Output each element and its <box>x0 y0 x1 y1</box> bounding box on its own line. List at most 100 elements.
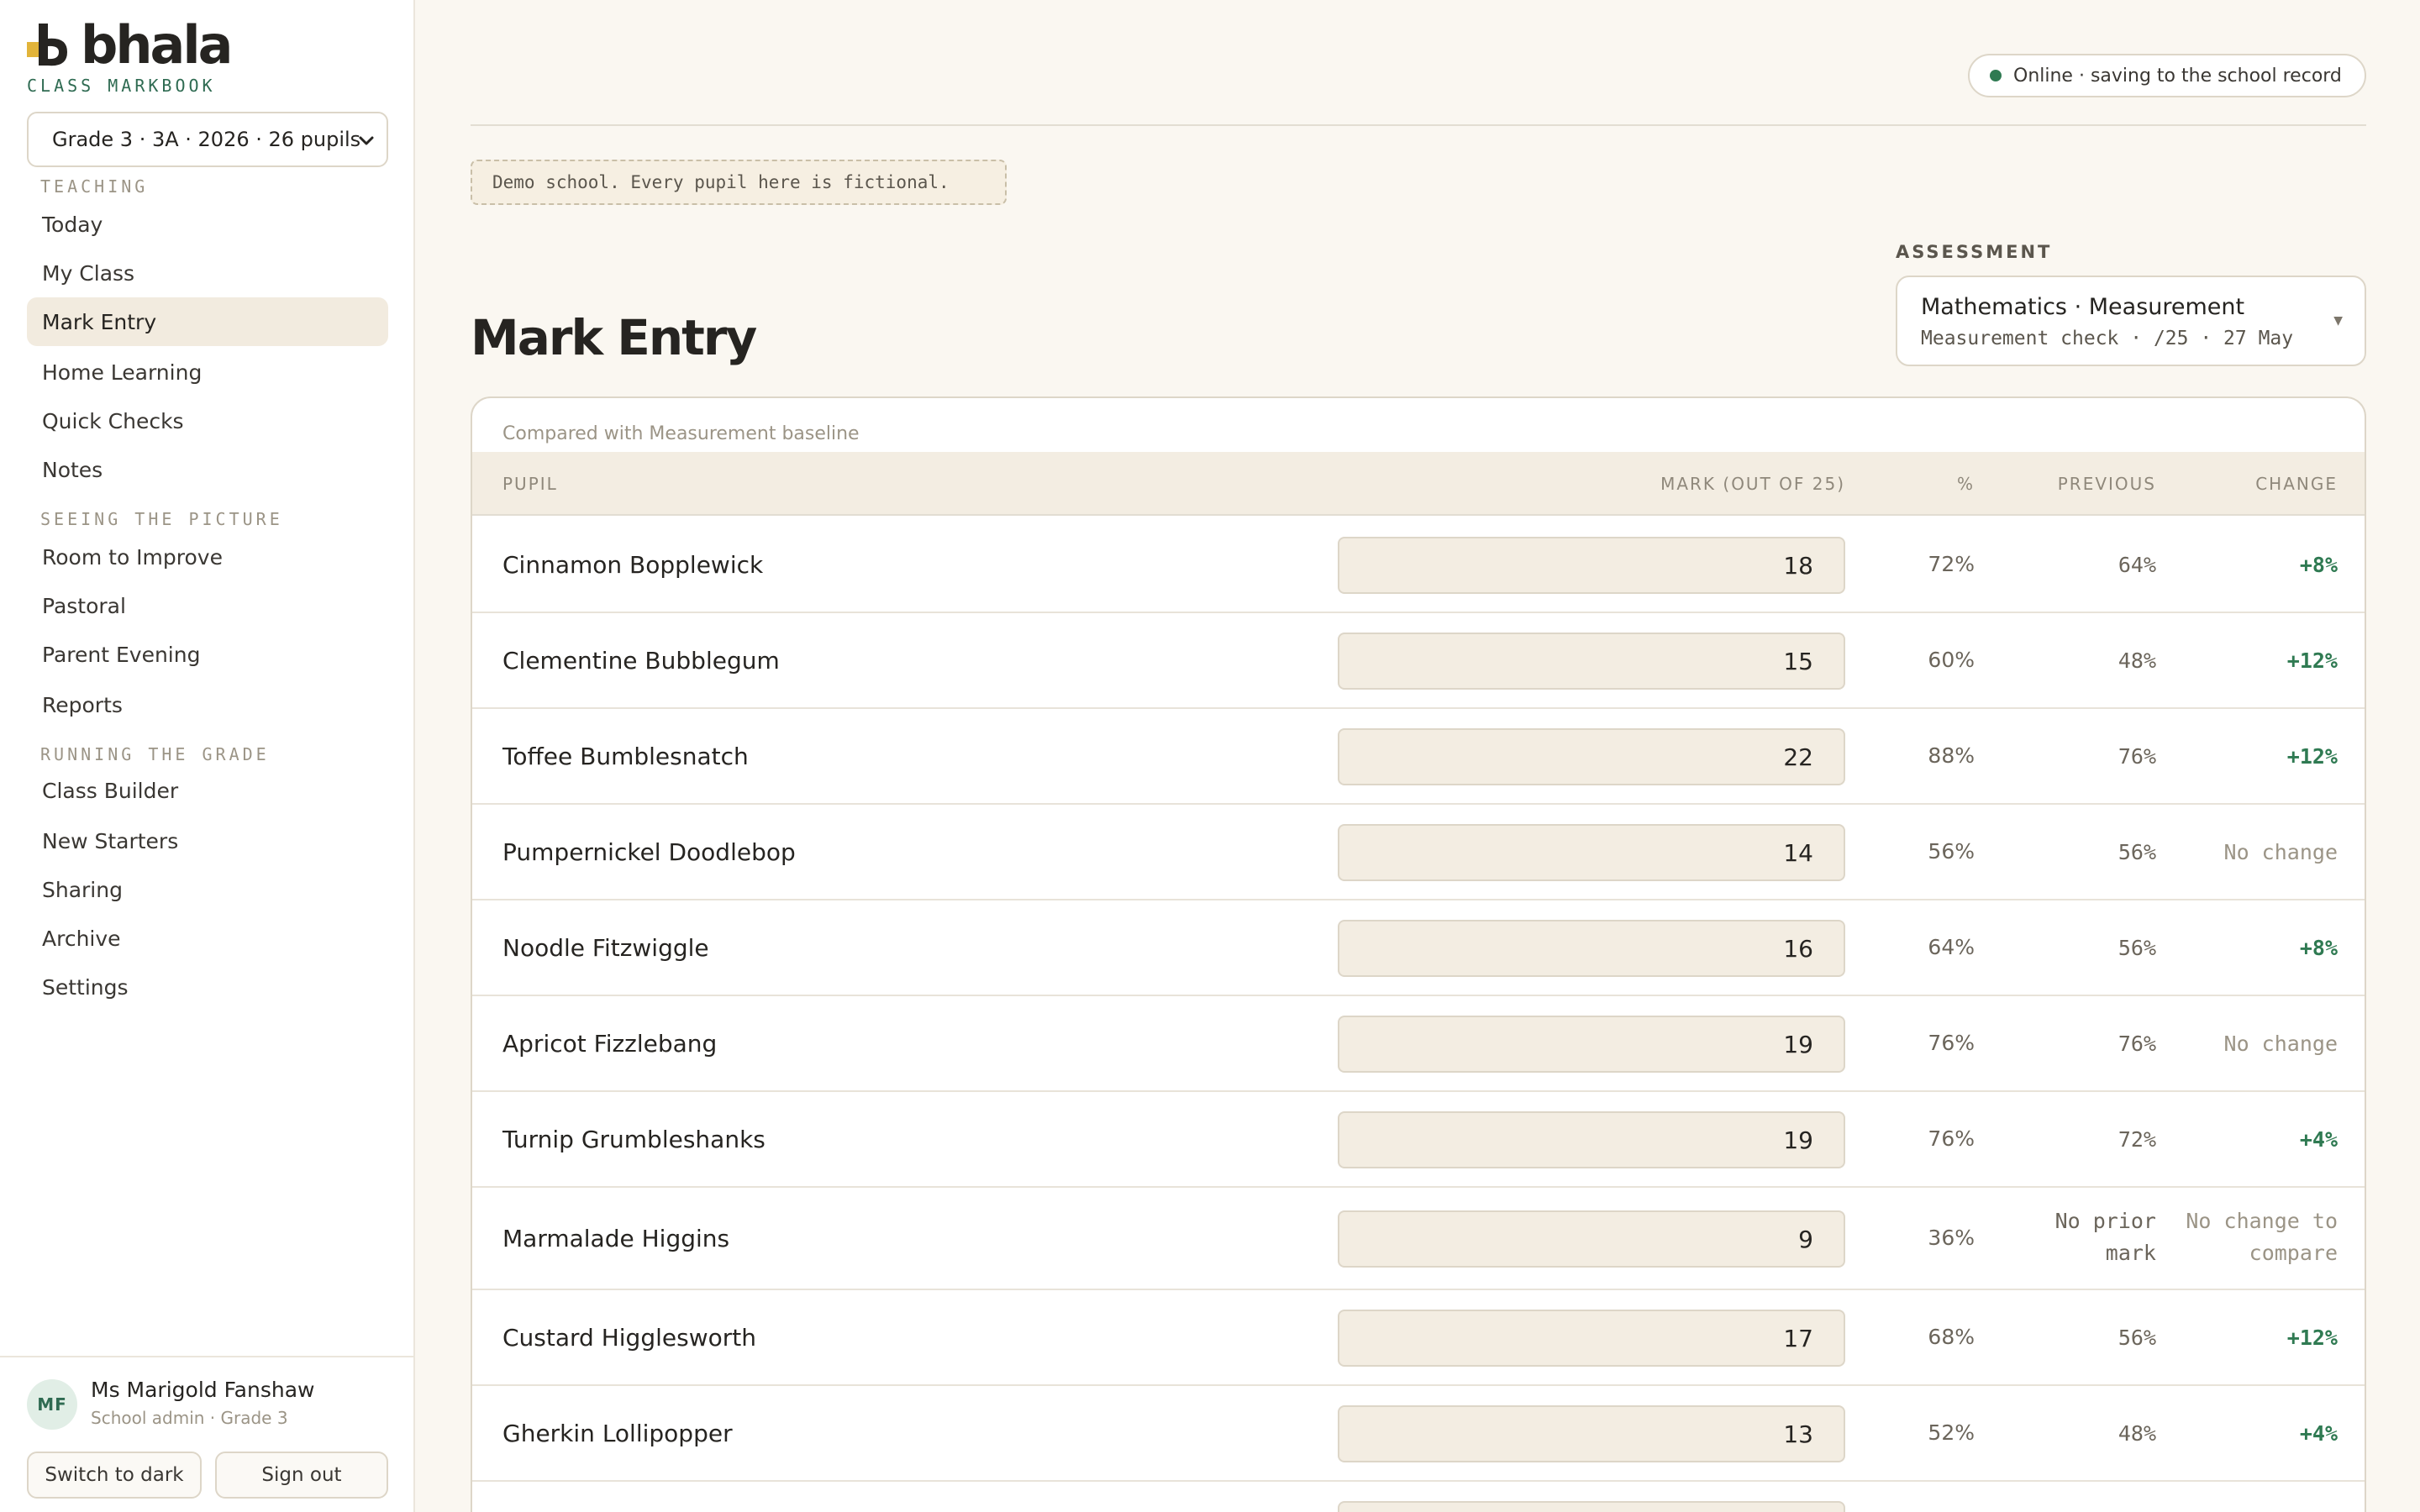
table-row: Toffee Bumblesnatch 22 88% 76% +12% <box>472 709 2365 805</box>
caret-down-icon: ▼ <box>2333 314 2343 328</box>
mark-percent: 88% <box>1928 743 1975 768</box>
nav-item-parent-evening[interactable]: Parent Evening <box>27 630 388 679</box>
pupil-name: Noodle Fitzwiggle <box>502 934 709 962</box>
mark-input[interactable]: 15 <box>1338 633 1845 690</box>
previous-mark: 48% <box>2118 648 2156 673</box>
mark-percent: 76% <box>1928 1126 1975 1151</box>
previous-mark: 56% <box>2118 1326 2156 1350</box>
change-value: No change <box>2223 840 2338 864</box>
user-role: School admin · Grade 3 <box>91 1408 288 1428</box>
mark-input[interactable]: 22 <box>1338 728 1845 785</box>
mark-percent: 36% <box>1928 1226 1975 1250</box>
nav-section-teaching: TEACHING <box>40 176 149 197</box>
mark-input[interactable]: 9 <box>1338 1210 1845 1268</box>
previous-mark: 56% <box>2118 936 2156 960</box>
nav-item-my-class[interactable]: My Class <box>27 249 388 297</box>
mark-input[interactable]: 13 <box>1338 1405 1845 1462</box>
status-text: Online · saving to the school record <box>2013 65 2342 87</box>
chevron-down-icon <box>355 129 378 157</box>
table-caption: Compared with Measurement baseline <box>502 423 860 444</box>
previous-mark: 72% <box>2118 1127 2156 1152</box>
nav-section-running-the-grade: RUNNING THE GRADE <box>40 744 270 764</box>
mark-input[interactable]: 19 <box>1338 1016 1845 1073</box>
nav-item-pastoral[interactable]: Pastoral <box>27 581 388 630</box>
pupil-name: Apricot Fizzlebang <box>502 1030 718 1058</box>
table-row: Custard Higglesworth 17 68% 56% +12% <box>472 1290 2365 1386</box>
status-badge: Online · saving to the school record <box>1968 54 2366 97</box>
header-mark: MARK (OUT OF 25) <box>1660 474 1845 494</box>
nav-item-reports[interactable]: Reports <box>27 680 388 729</box>
nav-item-new-starters[interactable]: New Starters <box>27 816 388 865</box>
mark-input[interactable]: 18 <box>1338 537 1845 594</box>
pupil-name: Pumpernickel Doodlebop <box>502 838 796 866</box>
brand-logo[interactable]: bhala CLASS MARKBOOK <box>27 19 233 96</box>
change-value: +4% <box>2299 1421 2338 1446</box>
change-value: +12% <box>2286 744 2338 769</box>
mark-percent: 68% <box>1928 1325 1975 1349</box>
previous-mark: 48% <box>2118 1421 2156 1446</box>
table-row <box>472 1482 2365 1512</box>
marks-table: Compared with Measurement baseline PUPIL… <box>471 396 2366 1512</box>
table-row: Turnip Grumbleshanks 19 76% 72% +4% <box>472 1092 2365 1188</box>
pupil-name: Cinnamon Bopplewick <box>502 551 764 579</box>
sign-out-button[interactable]: Sign out <box>215 1452 388 1499</box>
nav-item-sharing[interactable]: Sharing <box>27 865 388 914</box>
nav-item-notes[interactable]: Notes <box>27 445 388 494</box>
mark-input[interactable]: 17 <box>1338 1310 1845 1367</box>
previous-mark: 56% <box>2118 840 2156 864</box>
demo-notice: Demo school. Every pupil here is fiction… <box>471 160 1007 205</box>
nav-item-class-builder[interactable]: Class Builder <box>27 766 388 815</box>
switch-theme-button[interactable]: Switch to dark <box>27 1452 202 1499</box>
nav-item-settings[interactable]: Settings <box>27 963 388 1011</box>
table-row: Cinnamon Bopplewick 18 72% 64% +8% <box>472 517 2365 613</box>
nav-item-mark-entry[interactable]: Mark Entry <box>27 297 388 346</box>
header-divider <box>471 124 2366 126</box>
online-status-icon <box>1990 70 2002 81</box>
mark-percent: 52% <box>1928 1420 1975 1445</box>
table-row: Gherkin Lollipopper 13 52% 48% +4% <box>472 1386 2365 1482</box>
nav-section-seeing-the-picture: SEEING THE PICTURE <box>40 509 283 529</box>
assessment-label: ASSESSMENT <box>1896 242 2053 262</box>
table-row: Pumpernickel Doodlebop 14 56% 56% No change <box>472 805 2365 900</box>
class-selector[interactable]: Grade 3 · 3A · 2026 · 26 pupils <box>27 112 388 167</box>
assessment-selector[interactable]: Mathematics · Measurement Measurement ch… <box>1896 276 2366 366</box>
previous-mark: No prior mark <box>2054 1209 2156 1265</box>
mark-percent: 56% <box>1928 839 1975 864</box>
assessment-subtitle: Measurement check · /25 · 27 May <box>1921 328 2294 349</box>
change-value: +4% <box>2299 1127 2338 1152</box>
assessment-title: Mathematics · Measurement <box>1921 294 2245 320</box>
change-value: +8% <box>2299 553 2338 577</box>
nav-item-home-learning[interactable]: Home Learning <box>27 348 388 396</box>
mark-percent: 72% <box>1928 552 1975 576</box>
nav-item-room-to-improve[interactable]: Room to Improve <box>27 533 388 581</box>
change-value: No change <box>2223 1032 2338 1056</box>
pupil-name: Gherkin Lollipopper <box>502 1420 733 1447</box>
nav-item-today[interactable]: Today <box>27 200 388 249</box>
mark-percent: 64% <box>1928 935 1975 959</box>
table-row: Noodle Fitzwiggle 16 64% 56% +8% <box>472 900 2365 996</box>
mark-percent: 60% <box>1928 648 1975 672</box>
previous-mark: 76% <box>2118 1032 2156 1056</box>
brand-subtitle: CLASS MARKBOOK <box>27 76 216 96</box>
change-value: +12% <box>2286 1326 2338 1350</box>
pupil-name: Clementine Bubblegum <box>502 647 780 675</box>
table-row: Clementine Bubblegum 15 60% 48% +12% <box>472 613 2365 709</box>
table-row: Apricot Fizzlebang 19 76% 76% No change <box>472 996 2365 1092</box>
class-selector-value: Grade 3 · 3A · 2026 · 26 pupils <box>52 128 361 151</box>
change-value: +12% <box>2286 648 2338 673</box>
nav-item-quick-checks[interactable]: Quick Checks <box>27 396 388 445</box>
mark-input[interactable]: 14 <box>1338 824 1845 881</box>
change-value: No change to compare <box>2186 1209 2338 1265</box>
mark-input[interactable]: 19 <box>1338 1111 1845 1168</box>
mark-input[interactable] <box>1338 1501 1845 1512</box>
pupil-name: Marmalade Higgins <box>502 1225 730 1252</box>
header-pupil: PUPIL <box>502 474 558 494</box>
pupil-name: Toffee Bumblesnatch <box>502 743 749 770</box>
change-value: +8% <box>2299 936 2338 960</box>
previous-mark: 76% <box>2118 744 2156 769</box>
sidebar: bhala CLASS MARKBOOK Grade 3 · 3A · 2026… <box>0 0 415 1512</box>
header-change: CHANGE <box>2255 474 2338 494</box>
nav-item-archive[interactable]: Archive <box>27 914 388 963</box>
mark-input[interactable]: 16 <box>1338 920 1845 977</box>
previous-mark: 64% <box>2118 553 2156 577</box>
